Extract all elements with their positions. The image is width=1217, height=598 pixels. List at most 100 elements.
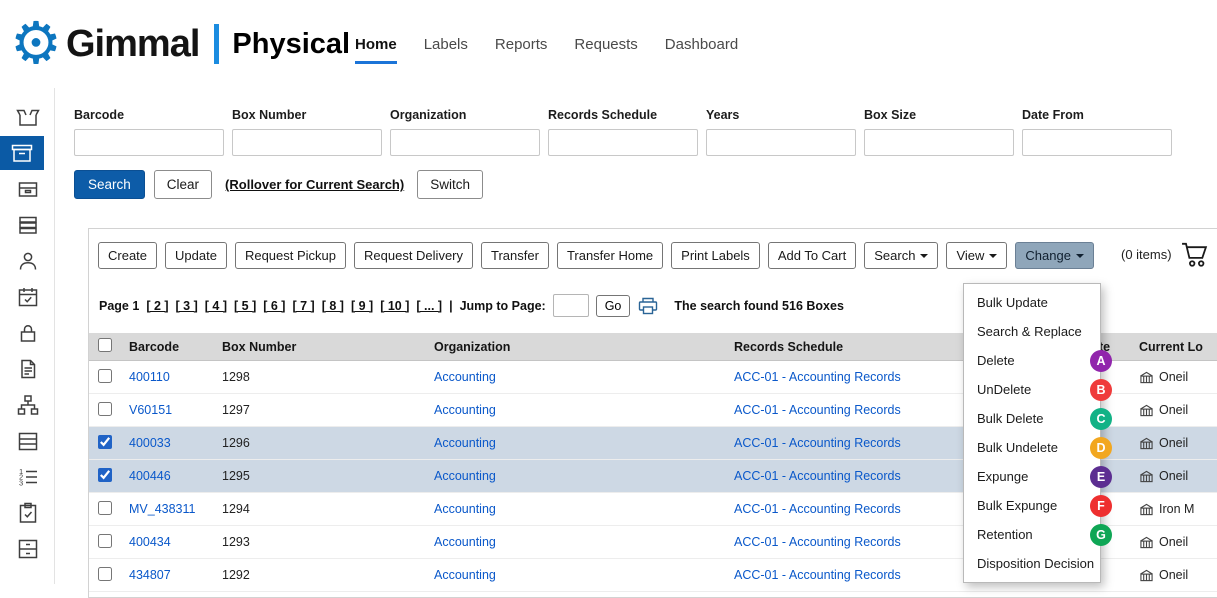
- records-schedule-input[interactable]: [548, 129, 698, 156]
- nav-item-dashboard[interactable]: Dashboard: [665, 36, 738, 64]
- menu-item-bulk-delete[interactable]: Bulk Delete: [964, 404, 1100, 433]
- row-checkbox[interactable]: [98, 501, 112, 515]
- lock-icon[interactable]: [0, 315, 55, 351]
- page-link[interactable]: [ 2 ]: [146, 299, 168, 313]
- menu-item-bulk-update[interactable]: Bulk Update: [964, 288, 1100, 317]
- column-header-current-location: Current Lo: [1135, 333, 1217, 361]
- organization-link[interactable]: Accounting: [434, 436, 496, 450]
- transfer-home-button[interactable]: Transfer Home: [557, 242, 663, 269]
- records-schedule-link[interactable]: ACC-01 - Accounting Records: [734, 403, 901, 417]
- barcode-link[interactable]: 400446: [129, 469, 171, 483]
- page-link[interactable]: [ 8 ]: [322, 299, 344, 313]
- records-schedule-link[interactable]: ACC-01 - Accounting Records: [734, 469, 901, 483]
- update-button[interactable]: Update: [165, 242, 227, 269]
- print-labels-button[interactable]: Print Labels: [671, 242, 760, 269]
- numbered-list-icon[interactable]: 123: [0, 459, 55, 495]
- pager-separator: |: [449, 299, 453, 313]
- barcode-link[interactable]: 400434: [129, 535, 171, 549]
- box-number-input[interactable]: [232, 129, 382, 156]
- storage-box-icon[interactable]: [0, 171, 55, 207]
- organization-link[interactable]: Accounting: [434, 403, 496, 417]
- nav-item-labels[interactable]: Labels: [424, 36, 468, 64]
- date-from-input[interactable]: [1022, 129, 1172, 156]
- organization-input[interactable]: [390, 129, 540, 156]
- organization-link[interactable]: Accounting: [434, 469, 496, 483]
- menu-item-retention[interactable]: Retention: [964, 520, 1100, 549]
- stacked-boxes-icon[interactable]: [0, 207, 55, 243]
- archive-list-icon[interactable]: [0, 423, 55, 459]
- shopping-cart-icon[interactable]: [1180, 241, 1210, 268]
- menu-item-undelete[interactable]: UnDelete: [964, 375, 1100, 404]
- rollover-current-search-link[interactable]: (Rollover for Current Search): [225, 177, 404, 192]
- barcode-link[interactable]: V60151: [129, 403, 172, 417]
- records-schedule-link[interactable]: ACC-01 - Accounting Records: [734, 568, 901, 582]
- records-schedule-link[interactable]: ACC-01 - Accounting Records: [734, 535, 901, 549]
- box-size-input[interactable]: [864, 129, 1014, 156]
- view-menu-button[interactable]: View: [946, 242, 1007, 269]
- printer-icon[interactable]: [637, 296, 659, 316]
- barcode-link[interactable]: 434807: [129, 568, 171, 582]
- search-button[interactable]: Search: [74, 170, 145, 199]
- change-menu-button[interactable]: Change: [1015, 242, 1094, 269]
- create-button[interactable]: Create: [98, 242, 157, 269]
- clipboard-icon[interactable]: [0, 495, 55, 531]
- organization-link[interactable]: Accounting: [434, 535, 496, 549]
- page-link-ellipsis[interactable]: [ ... ]: [416, 299, 442, 313]
- page-link[interactable]: [ 3 ]: [176, 299, 198, 313]
- file-drawer-icon[interactable]: [0, 531, 55, 567]
- records-schedule-link[interactable]: ACC-01 - Accounting Records: [734, 370, 901, 384]
- organization-link[interactable]: Accounting: [434, 502, 496, 516]
- row-checkbox[interactable]: [98, 402, 112, 416]
- archive-box-icon[interactable]: [0, 136, 44, 170]
- menu-item-disposition-decision[interactable]: Disposition Decision: [964, 549, 1100, 578]
- years-input[interactable]: [706, 129, 856, 156]
- jump-to-page-input[interactable]: [553, 294, 589, 317]
- records-schedule-link[interactable]: ACC-01 - Accounting Records: [734, 502, 901, 516]
- go-button[interactable]: Go: [596, 295, 631, 317]
- nav-item-requests[interactable]: Requests: [574, 36, 637, 64]
- row-checkbox[interactable]: [98, 435, 112, 449]
- menu-item-expunge[interactable]: Expunge: [964, 462, 1100, 491]
- transfer-button[interactable]: Transfer: [481, 242, 549, 269]
- row-checkbox[interactable]: [98, 567, 112, 581]
- request-pickup-button[interactable]: Request Pickup: [235, 242, 346, 269]
- open-box-icon[interactable]: [0, 99, 55, 135]
- add-to-cart-button[interactable]: Add To Cart: [768, 242, 856, 269]
- nav-item-reports[interactable]: Reports: [495, 36, 548, 64]
- organization-link[interactable]: Accounting: [434, 568, 496, 582]
- page-link[interactable]: [ 5 ]: [234, 299, 256, 313]
- clear-button[interactable]: Clear: [154, 170, 212, 199]
- records-schedule-link[interactable]: ACC-01 - Accounting Records: [734, 436, 901, 450]
- building-icon: [1139, 371, 1154, 384]
- page-link[interactable]: [ 6 ]: [263, 299, 285, 313]
- page-link[interactable]: [ 10 ]: [380, 299, 409, 313]
- row-checkbox[interactable]: [98, 369, 112, 383]
- organization-link[interactable]: Accounting: [434, 370, 496, 384]
- menu-item-delete[interactable]: Delete: [964, 346, 1100, 375]
- menu-item-search-replace[interactable]: Search & Replace: [964, 317, 1100, 346]
- menu-item-bulk-expunge[interactable]: Bulk Expunge: [964, 491, 1100, 520]
- page-link[interactable]: [ 4 ]: [205, 299, 227, 313]
- page-link[interactable]: [ 9 ]: [351, 299, 373, 313]
- building-icon: [1139, 404, 1154, 417]
- search-menu-button[interactable]: Search: [864, 242, 938, 269]
- menu-item-bulk-undelete[interactable]: Bulk Undelete: [964, 433, 1100, 462]
- building-icon: [1139, 503, 1154, 516]
- nav-item-home[interactable]: Home: [355, 36, 397, 64]
- annotation-badge-d: D: [1090, 437, 1112, 459]
- user-icon[interactable]: [0, 243, 55, 279]
- calendar-check-icon[interactable]: [0, 279, 55, 315]
- sitemap-icon[interactable]: [0, 387, 55, 423]
- barcode-input[interactable]: [74, 129, 224, 156]
- svg-text:3: 3: [19, 478, 23, 487]
- switch-button[interactable]: Switch: [417, 170, 483, 199]
- select-all-checkbox[interactable]: [98, 338, 112, 352]
- barcode-link[interactable]: 400110: [129, 370, 170, 384]
- barcode-link[interactable]: MV_438311: [129, 502, 196, 516]
- request-delivery-button[interactable]: Request Delivery: [354, 242, 473, 269]
- barcode-link[interactable]: 400033: [129, 436, 171, 450]
- document-icon[interactable]: [0, 351, 55, 387]
- page-link[interactable]: [ 7 ]: [292, 299, 314, 313]
- row-checkbox[interactable]: [98, 534, 112, 548]
- row-checkbox[interactable]: [98, 468, 112, 482]
